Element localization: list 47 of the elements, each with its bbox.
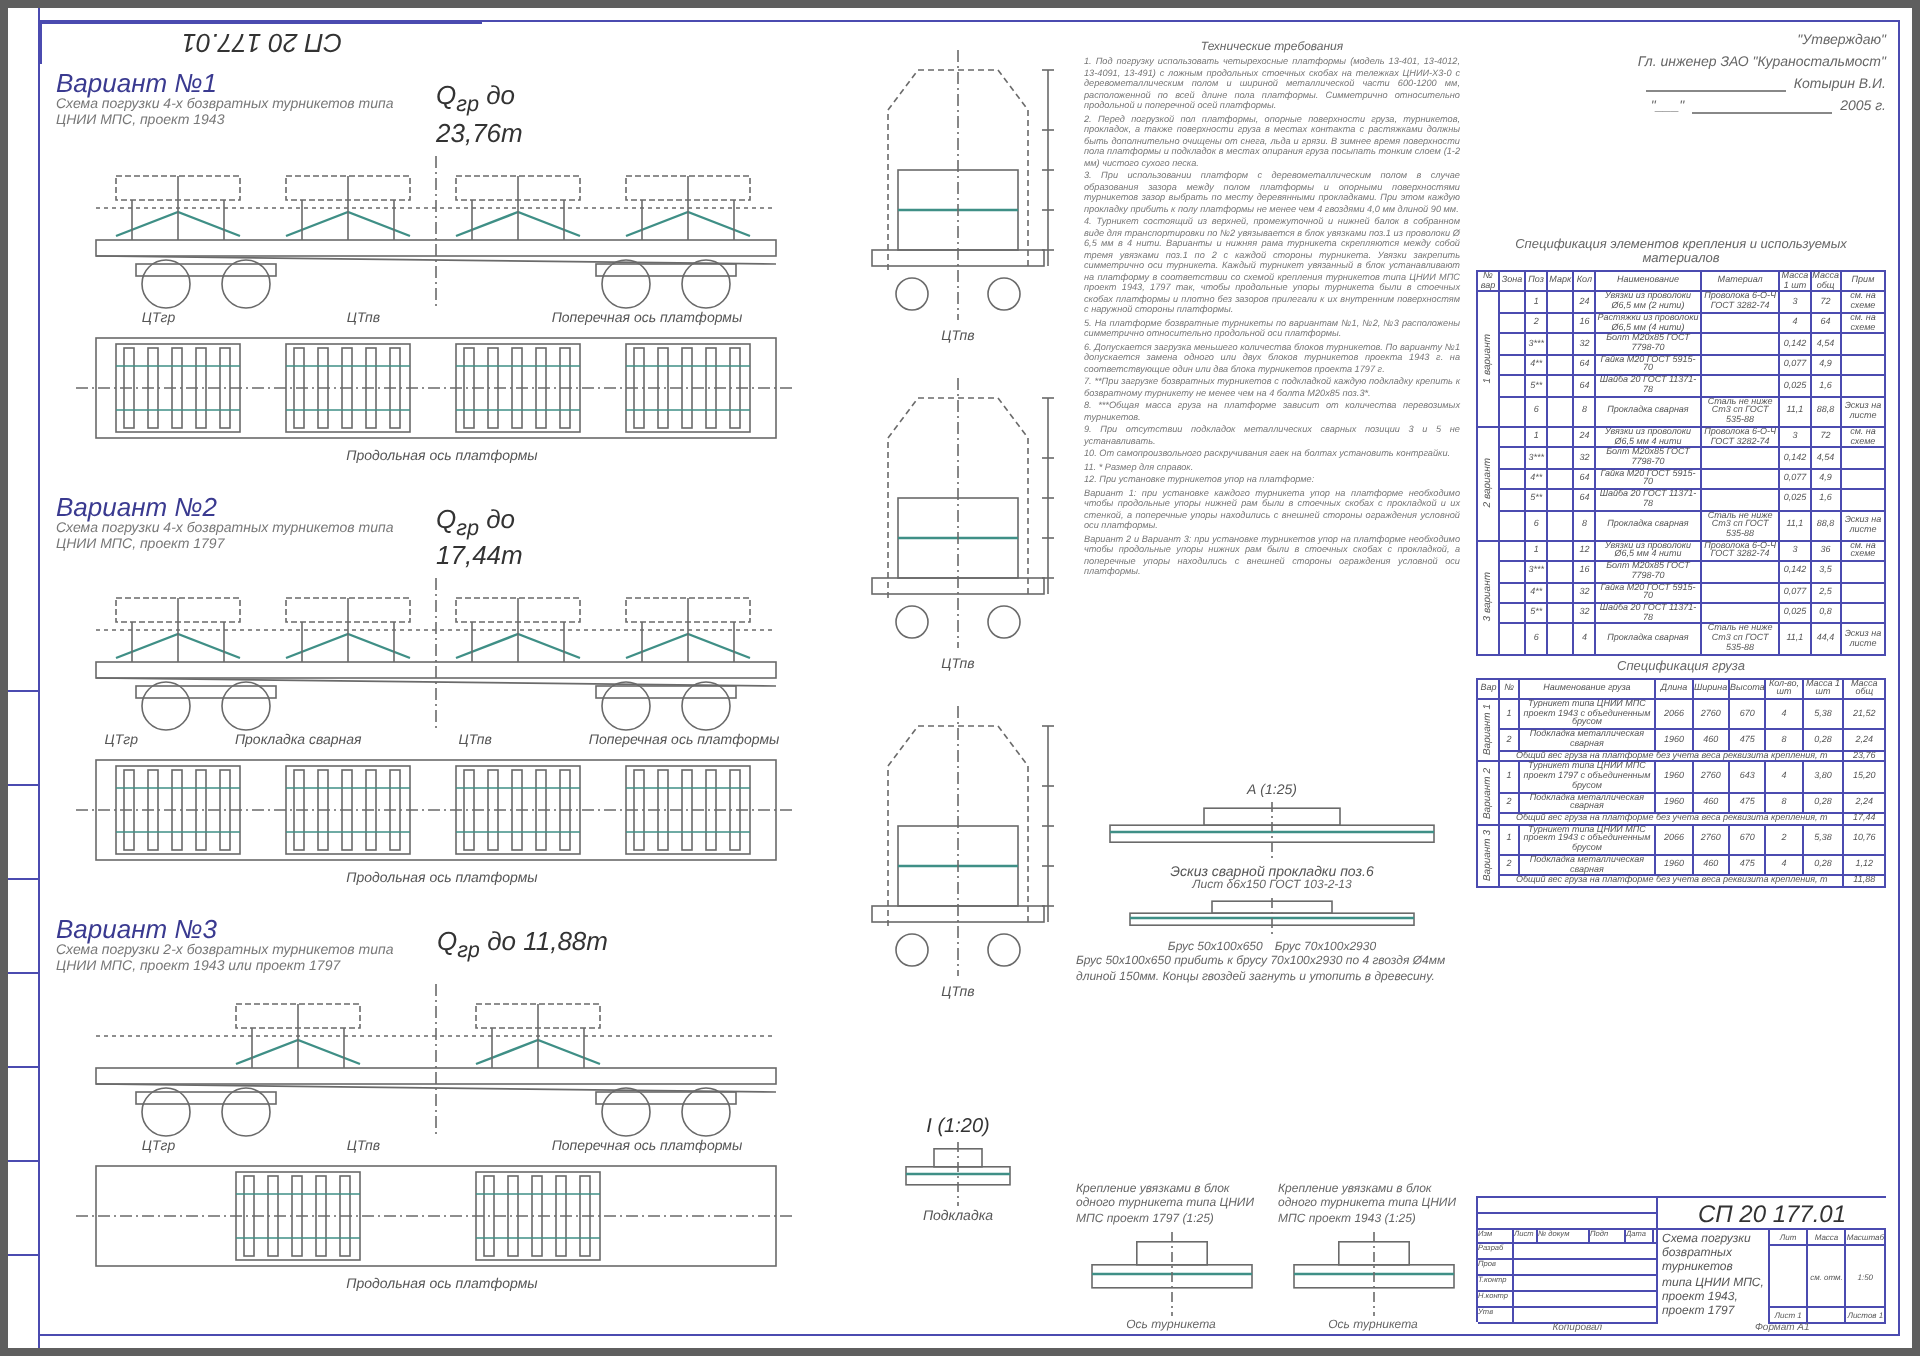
table-cell: [1547, 426, 1574, 448]
table-cell: [1700, 489, 1780, 511]
variant-title: Вариант №1: [56, 68, 217, 98]
table-cell: [1840, 447, 1885, 469]
load-capacity: Q$_{гр}$ до 17,44т: [436, 503, 525, 571]
table-cell: [1700, 447, 1780, 469]
table-cell: [1547, 396, 1574, 427]
title-block-field: [1770, 1246, 1809, 1309]
title-block-field: [1808, 1308, 1847, 1325]
table-cell: [1700, 375, 1780, 397]
table-cell: [1547, 561, 1574, 583]
table-cell: [1547, 510, 1574, 541]
table-cell: [1840, 333, 1885, 355]
table-cell: [1700, 582, 1780, 603]
table-cell: [1547, 582, 1574, 603]
table-cell: [1547, 447, 1574, 469]
table-cell: [1547, 540, 1574, 562]
table-cell: [1840, 468, 1885, 490]
table-cell: [1840, 582, 1885, 603]
detail-title: I (1:20): [926, 1116, 990, 1138]
table-cell: [1700, 354, 1780, 376]
table-cell: [1547, 623, 1574, 655]
table-cell: [1700, 312, 1780, 334]
table-cell: [1547, 291, 1574, 313]
table-cell: [1547, 603, 1574, 624]
table-cell: [1840, 561, 1885, 583]
table-cell: [1700, 561, 1780, 583]
table-cell: [1547, 333, 1574, 355]
document-code: СП 20 177.01: [1658, 1198, 1886, 1230]
table-cell: [1547, 468, 1574, 490]
table-cell: [1840, 375, 1885, 397]
table-cell: [1547, 354, 1574, 376]
table-cell: [1840, 489, 1885, 511]
variant-title: Вариант №2: [56, 491, 217, 522]
table-cell: [1840, 354, 1885, 376]
load-capacity: Q$_{гр}$ до 11,88т: [436, 926, 608, 964]
table-cell: [1547, 375, 1574, 397]
load-capacity: Q$_{гр}$ до 23,76т: [436, 80, 525, 148]
detail-drawing: [905, 1141, 1011, 1207]
stamp-code: СП 20 177.01: [40, 22, 482, 64]
table-cell: [1547, 489, 1574, 511]
table-cell: [1700, 333, 1780, 355]
table-cell: [1547, 312, 1574, 334]
table-cell: [1700, 603, 1780, 624]
table-cell: [1840, 603, 1885, 624]
variant-title: Вариант №3: [56, 914, 217, 945]
table-cell: [1700, 468, 1780, 490]
